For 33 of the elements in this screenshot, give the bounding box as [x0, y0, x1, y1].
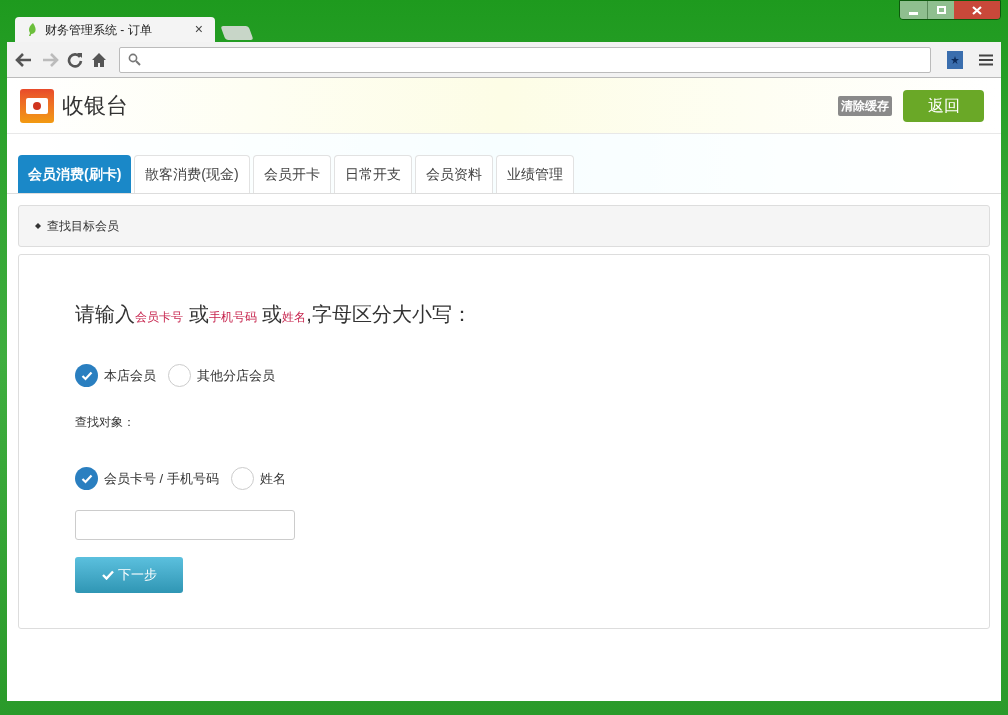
nav-tab[interactable]: 会员开卡 — [252, 155, 331, 193]
tab-title: 财务管理系统 - 订单 — [45, 21, 153, 39]
diamond-icon — [35, 223, 41, 229]
search-input[interactable] — [75, 510, 295, 540]
bookmark-icon[interactable] — [947, 50, 963, 69]
page-title: 收银台 — [62, 92, 128, 120]
nav-tab[interactable]: 会员资料 — [414, 155, 493, 193]
close-tab-button[interactable]: × — [194, 19, 203, 40]
check-icon — [101, 570, 114, 580]
nav-tab[interactable]: 会员消费(刷卡) — [18, 155, 132, 193]
radio-option[interactable]: 其他分店会员 — [168, 364, 275, 387]
radio-option[interactable]: 会员卡号 / 手机号码 — [75, 467, 219, 490]
menu-icon[interactable] — [979, 53, 993, 66]
search-target-label: 查找对象： — [75, 414, 135, 431]
nav-tab[interactable]: 业绩管理 — [495, 155, 574, 193]
radio-option[interactable]: 本店会员 — [75, 364, 156, 387]
panel-heading-text: 查找目标会员 — [47, 218, 119, 235]
instruction-text: 请输入会员卡号 或手机号码 或姓名,字母区分大小写： — [75, 302, 472, 327]
close-window-button[interactable] — [954, 1, 1000, 19]
home-icon[interactable] — [91, 51, 107, 68]
new-tab-button[interactable] — [220, 26, 254, 40]
close-icon — [972, 5, 982, 15]
search-icon — [128, 53, 141, 66]
check-icon — [80, 370, 93, 381]
cash-register-logo-icon — [20, 88, 54, 123]
back-arrow-icon[interactable] — [15, 51, 33, 68]
browser-tab[interactable]: 财务管理系统 - 订单 × — [15, 17, 215, 42]
reload-icon[interactable] — [67, 51, 83, 68]
nav-tab[interactable]: 日常开支 — [333, 155, 412, 193]
radio-option[interactable]: 姓名 — [230, 467, 286, 490]
check-icon — [80, 473, 93, 484]
nav-tab[interactable]: 散客消费(现金) — [134, 155, 250, 193]
maximize-button[interactable] — [927, 1, 954, 19]
